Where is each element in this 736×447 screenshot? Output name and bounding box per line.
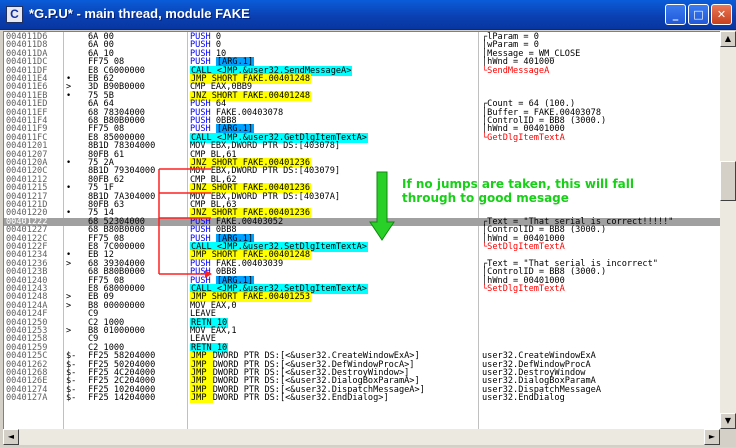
window-title: *G.P.U* - main thread, module FAKE: [29, 6, 250, 21]
disassembly-listing[interactable]: 004011D6 6A 00 PUSH 0 ┌lParam = 0 004011D8 6A…: [3, 31, 720, 429]
scroll-up-button[interactable]: ▲: [720, 31, 736, 47]
scroll-right-button[interactable]: ►: [704, 429, 720, 445]
row-jump-marker: $-: [66, 393, 77, 404]
minimize-button[interactable]: _: [665, 4, 686, 25]
row-hex-bytes: FF25 14204000: [88, 393, 156, 404]
row-jump-marker: •: [66, 158, 72, 168]
vertical-scrollbar[interactable]: ▲ ▼: [720, 31, 736, 429]
row-comment: └GetDlgItemTextA: [482, 132, 565, 143]
disasm-row[interactable]: 0040127A $- FF25 14204000 JMP DWORD PTR DS:…: [4, 393, 720, 404]
row-jump-marker: >: [66, 326, 72, 336]
row-jump-marker: •: [66, 183, 72, 194]
maximize-button[interactable]: □: [688, 4, 709, 25]
scroll-thumb[interactable]: [720, 161, 736, 201]
row-jump-marker: •: [66, 90, 72, 101]
disasm-row[interactable]: 0040124A > B8 00000000 MOV EAX,0: [4, 300, 720, 311]
row-comment: └SetDlgItemTextA: [482, 284, 565, 294]
row-jump-marker: >: [66, 300, 72, 311]
row-jump-marker: •: [66, 208, 72, 219]
scroll-left-button[interactable]: ◄: [3, 429, 19, 445]
close-button[interactable]: ✕: [711, 4, 732, 25]
row-jump-marker: >: [66, 258, 72, 269]
row-comment: └SetDlgItemTextA: [482, 242, 565, 252]
row-comment: └SendMessageA: [482, 65, 550, 76]
row-address: 0040127A: [6, 393, 48, 404]
title-bar[interactable]: C *G.P.U* - main thread, module FAKE _ □…: [0, 0, 736, 30]
annotation-line-1: If no jumps are taken, this will fall: [402, 177, 635, 191]
instruction-segment: DWORD PTR DS:[<&user32.EndDialog>]: [212, 393, 389, 404]
disasm-row[interactable]: 00401253 > B8 01000000 MOV EAX,1: [4, 326, 720, 336]
debugger-window: C *G.P.U* - main thread, module FAKE _ □…: [0, 0, 736, 447]
instruction-segment: JMP: [190, 393, 213, 404]
annotation-line-2: through to good mesage: [402, 191, 569, 205]
scroll-down-button[interactable]: ▼: [720, 413, 736, 429]
app-icon[interactable]: C: [6, 6, 23, 23]
horizontal-scrollbar[interactable]: ◄ ►: [3, 429, 720, 445]
row-instruction: JMP DWORD PTR DS:[<&user32.EndDialog>]: [190, 393, 389, 404]
row-comment: user32.EndDialog: [482, 393, 565, 404]
